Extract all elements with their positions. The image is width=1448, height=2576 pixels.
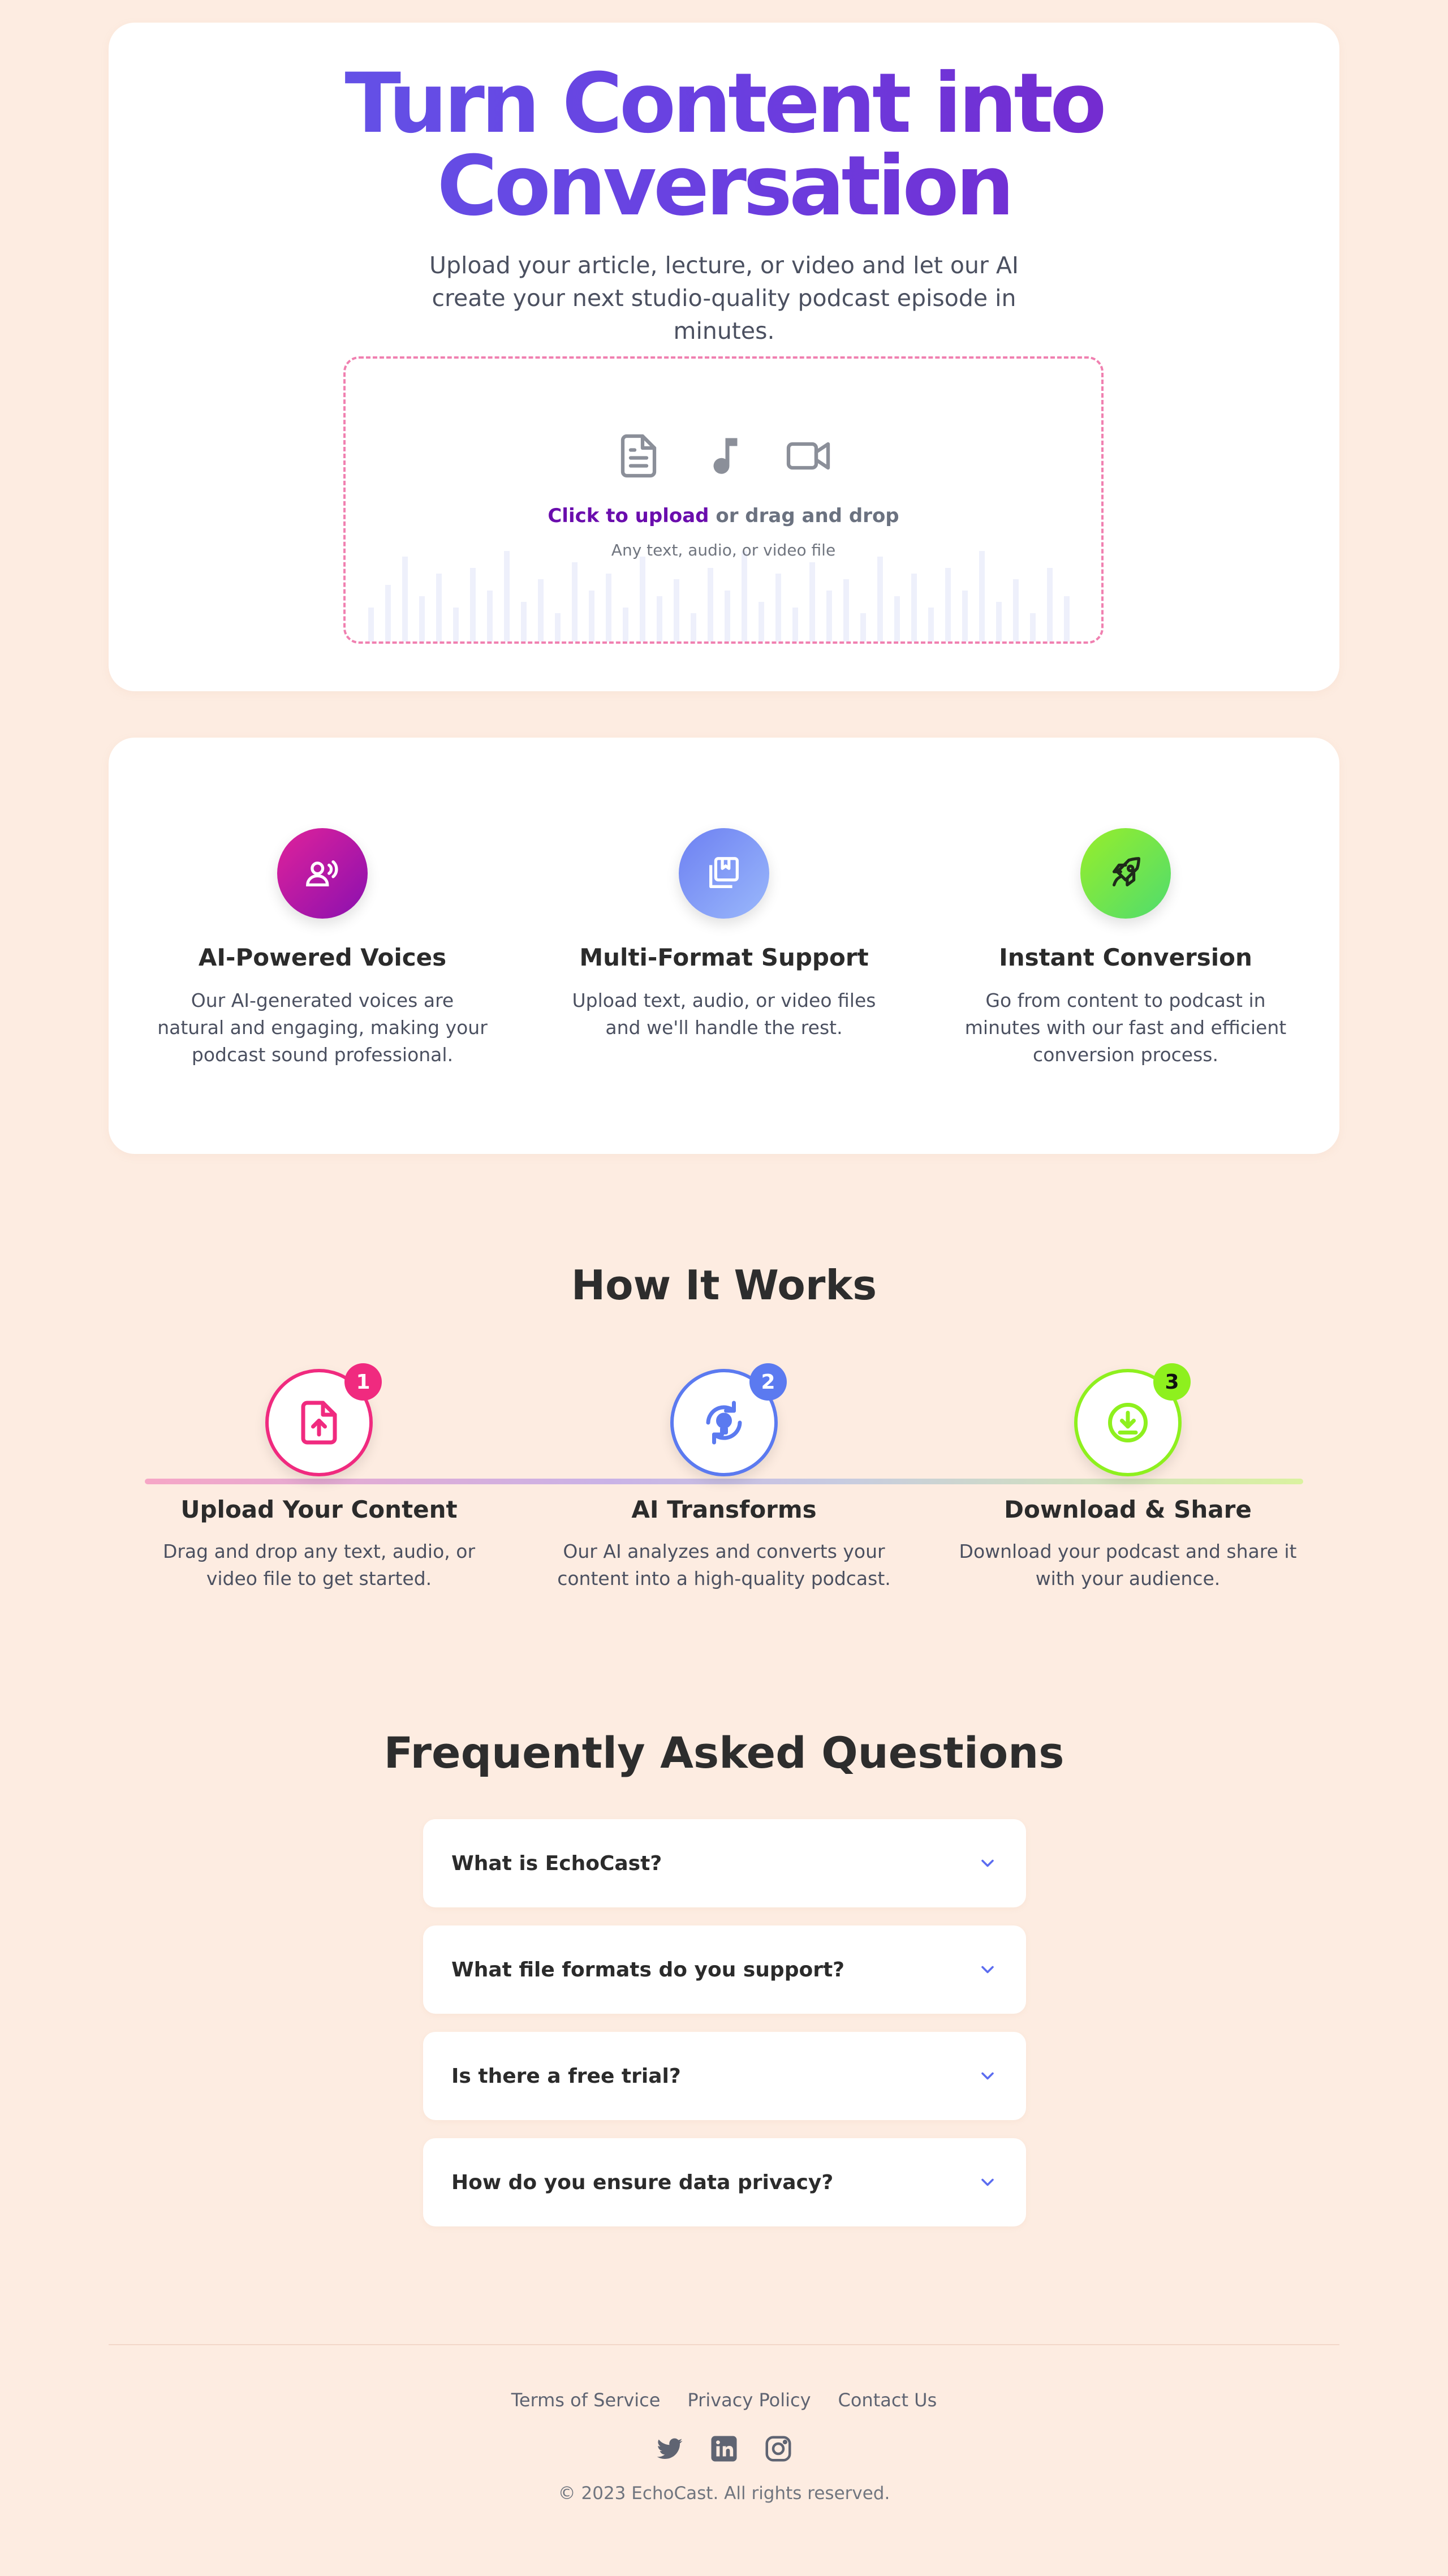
upload-dropzone[interactable]: Click to upload or drag and drop Any tex… bbox=[343, 356, 1104, 644]
step-circle: 1 bbox=[265, 1363, 382, 1476]
privacy-policy-link[interactable]: Privacy Policy bbox=[687, 2389, 811, 2411]
social-links bbox=[0, 2433, 1448, 2464]
faq-question: Is there a free trial? bbox=[451, 2064, 681, 2088]
voice-icon bbox=[277, 828, 368, 919]
upload-instruction: Click to upload or drag and drop bbox=[346, 505, 1101, 527]
library-icon bbox=[679, 828, 769, 919]
step-circle: 3 bbox=[1074, 1363, 1191, 1476]
drag-drop-text: or drag and drop bbox=[709, 505, 899, 527]
step-title: Upload Your Content bbox=[180, 1496, 458, 1523]
faq-item[interactable]: How do you ensure data privacy? bbox=[423, 2138, 1026, 2226]
ai-transform-icon bbox=[706, 1401, 742, 1445]
feature-instant-conversion: Instant Conversion Go from content to po… bbox=[950, 828, 1301, 1069]
rocket-icon bbox=[1080, 828, 1171, 919]
hero-title-line1: Turn Content into bbox=[344, 55, 1104, 152]
footer-divider bbox=[109, 2344, 1339, 2345]
chevron-down-icon bbox=[981, 2178, 994, 2186]
step-text: Our AI analyzes and converts your conten… bbox=[557, 1540, 891, 1589]
step-circle: 2 bbox=[670, 1363, 787, 1476]
faq-item[interactable]: Is there a free trial? bbox=[423, 2032, 1026, 2120]
upload-hint: Any text, audio, or video file bbox=[611, 541, 836, 559]
music-note-icon bbox=[713, 438, 738, 474]
feature-title: Multi-Format Support bbox=[579, 944, 869, 971]
feature-text: Our AI-generated voices are natural and … bbox=[157, 989, 488, 1066]
video-camera-icon bbox=[786, 442, 830, 470]
faq-question: What file formats do you support? bbox=[451, 1958, 845, 1981]
download-icon bbox=[1108, 1403, 1148, 1442]
footer-links: Terms of Service Privacy Policy Contact … bbox=[0, 2389, 1448, 2411]
feature-text: Go from content to podcast in minutes wi… bbox=[964, 989, 1287, 1066]
terms-of-service-link[interactable]: Terms of Service bbox=[511, 2389, 661, 2411]
feature-text: Upload text, audio, or video files and w… bbox=[572, 989, 876, 1039]
step-number-badge: 3 bbox=[1153, 1363, 1191, 1401]
step-ai-transforms: 2 AI Transforms Our AI analyzes and conv… bbox=[543, 1363, 905, 1592]
feature-ai-voices: AI-Powered Voices Our AI-generated voice… bbox=[147, 828, 498, 1069]
faq-item[interactable]: What file formats do you support? bbox=[423, 1925, 1026, 2014]
linkedin-icon[interactable] bbox=[709, 2433, 739, 2464]
features-card: AI-Powered Voices Our AI-generated voice… bbox=[109, 738, 1339, 1154]
step-title: Download & Share bbox=[1004, 1496, 1252, 1523]
hero-card: Turn Content into Conversation Upload yo… bbox=[109, 23, 1339, 691]
chevron-down-icon bbox=[981, 1966, 994, 1974]
file-upload-icon bbox=[301, 1401, 337, 1445]
faq-question: What is EchoCast? bbox=[451, 1851, 662, 1875]
copyright-text: © 2023 EchoCast. All rights reserved. bbox=[558, 2483, 890, 2504]
how-it-works-title: How It Works bbox=[571, 1261, 877, 1309]
chevron-down-icon bbox=[981, 2072, 994, 2080]
feature-multi-format: Multi-Format Support Upload text, audio,… bbox=[549, 828, 899, 1041]
click-to-upload-link[interactable]: Click to upload bbox=[548, 505, 709, 527]
step-text: Download your podcast and share it with … bbox=[959, 1540, 1297, 1589]
hero-title: Turn Content into Conversation bbox=[109, 62, 1339, 227]
step-number-badge: 1 bbox=[344, 1363, 382, 1401]
feature-title: AI-Powered Voices bbox=[198, 944, 447, 971]
faq-question: How do you ensure data privacy? bbox=[451, 2170, 834, 2194]
twitter-icon[interactable] bbox=[654, 2433, 685, 2464]
upload-icons bbox=[346, 432, 1101, 480]
faq-item[interactable]: What is EchoCast? bbox=[423, 1819, 1026, 1907]
faq-title: Frequently Asked Questions bbox=[383, 1728, 1065, 1778]
instagram-icon[interactable] bbox=[763, 2433, 794, 2464]
hero-subtitle: Upload your article, lecture, or video a… bbox=[429, 252, 1019, 344]
chevron-down-icon bbox=[981, 1859, 994, 1867]
hero-title-line2: Conversation bbox=[437, 138, 1011, 234]
contact-us-link[interactable]: Contact Us bbox=[838, 2389, 937, 2411]
step-number-badge: 2 bbox=[749, 1363, 787, 1401]
document-icon bbox=[620, 434, 657, 478]
step-download: 3 Download & Share Download your podcast… bbox=[947, 1363, 1309, 1592]
feature-title: Instant Conversion bbox=[999, 944, 1252, 971]
step-title: AI Transforms bbox=[631, 1496, 817, 1523]
step-upload: 1 Upload Your Content Drag and drop any … bbox=[138, 1363, 500, 1592]
step-text: Drag and drop any text, audio, or video … bbox=[162, 1540, 476, 1589]
